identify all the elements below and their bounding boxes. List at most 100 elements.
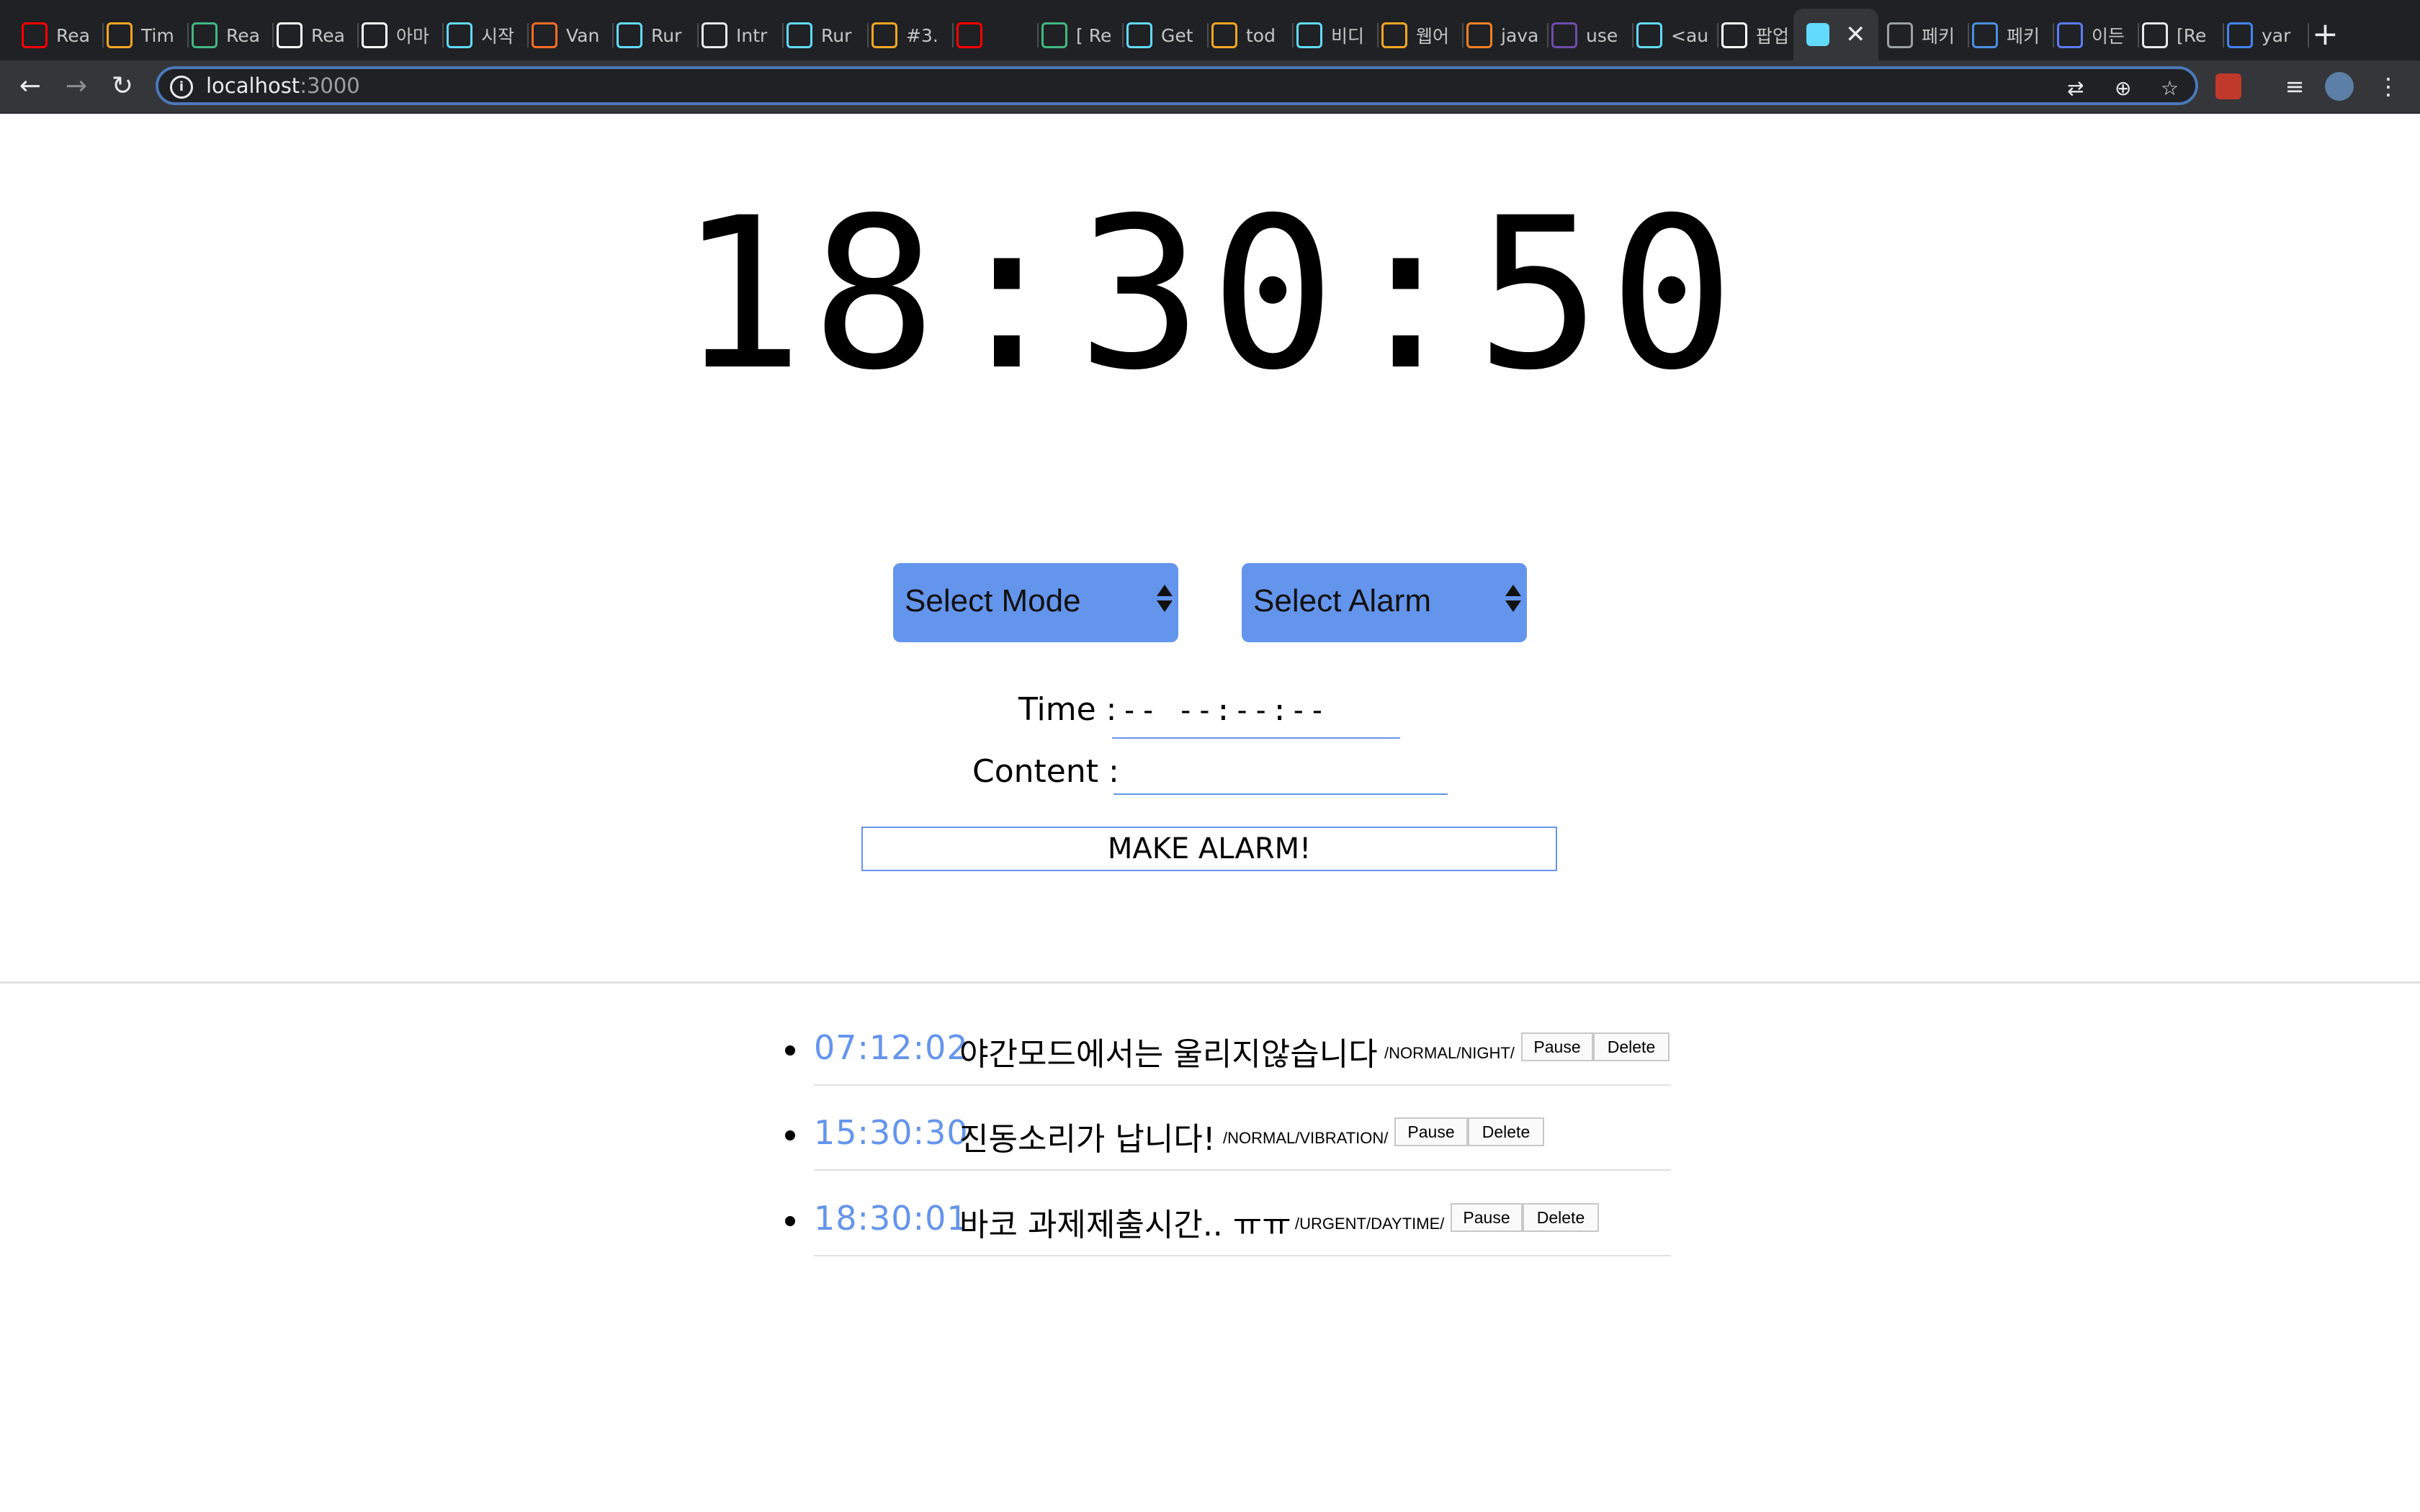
browser-tab[interactable]: Intr (702, 16, 776, 55)
reload-button[interactable]: ↻ (107, 71, 138, 102)
vue-icon (1041, 22, 1067, 48)
tab-title: Rea (56, 24, 90, 46)
select-arrows-icon (1505, 585, 1521, 612)
tab-active[interactable]: ✕ (1793, 9, 1878, 60)
tab-separator (1717, 23, 1718, 48)
gitbook-icon (1296, 22, 1322, 48)
browser-tab[interactable]: tod (1211, 16, 1286, 55)
browser-tab[interactable]: #3. (871, 16, 946, 55)
tab-title: Intr (736, 24, 768, 46)
tab-title: Rur (821, 24, 852, 46)
tab-title: 웹어 (1416, 26, 1450, 47)
tab-title: 비디 (1331, 26, 1365, 47)
profile-avatar[interactable] (2325, 72, 2354, 101)
delete-button[interactable]: Delete (1593, 1032, 1670, 1061)
book-icon (702, 22, 727, 48)
browser-tab[interactable]: Rea (277, 16, 351, 55)
alarm-time: 18:30:01 (814, 1199, 969, 1238)
bit-icon (1551, 22, 1577, 48)
tab-title: Tim (141, 24, 174, 46)
browser-tab[interactable]: Get (1126, 16, 1201, 55)
tab-separator (2223, 23, 2224, 48)
browser-tab[interactable] (956, 16, 1031, 55)
browser-tab[interactable]: java (1466, 16, 1541, 55)
content-input[interactable] (1113, 765, 1448, 795)
alarm-divider (814, 1255, 1671, 1256)
new-tab-button[interactable]: + (2312, 19, 2339, 50)
zoom-icon[interactable]: ⊕ (2115, 76, 2131, 100)
alarm-select[interactable]: Select Alarm (1242, 563, 1527, 642)
tab-separator (272, 23, 274, 48)
url-text: localhost:3000 (206, 73, 360, 98)
time-input-underline (1112, 737, 1400, 739)
alarm-divider (814, 1169, 1671, 1171)
pause-button[interactable]: Pause (1394, 1117, 1468, 1146)
browser-tab[interactable]: 아마 (362, 16, 436, 55)
browser-tab[interactable]: 페키 (1887, 16, 1962, 55)
alarm-time: 15:30:30 (814, 1113, 969, 1152)
browser-tab[interactable]: Rea (192, 16, 266, 55)
browser-tab[interactable]: <au (1636, 16, 1711, 55)
tab-title: Get (1161, 24, 1193, 46)
pause-button[interactable]: Pause (1521, 1032, 1593, 1061)
tab-title: [ Re (1076, 24, 1112, 46)
browser-tab[interactable]: Tim (107, 16, 182, 55)
pause-button[interactable]: Pause (1451, 1203, 1523, 1232)
medium-icon (362, 22, 387, 48)
stackoverflow-icon (1466, 22, 1492, 48)
select-arrows-icon (1157, 585, 1173, 612)
close-tab-icon[interactable]: ✕ (1845, 20, 1866, 49)
firebase-icon (107, 22, 133, 48)
browser-tab[interactable]: Rea (22, 16, 97, 55)
delete-button[interactable]: Delete (1468, 1117, 1544, 1146)
alarm-select-value: Select Alarm (1253, 583, 1431, 618)
tab-separator (1968, 23, 1969, 48)
gitlab-icon (532, 22, 557, 48)
browser-tab[interactable]: Van (532, 16, 606, 55)
browser-tab[interactable]: 비디 (1296, 16, 1371, 55)
browser-tab[interactable]: 이든 (2057, 16, 2132, 55)
browser-tab[interactable]: use (1551, 16, 1626, 55)
browser-tab[interactable]: 팝업 (1721, 16, 1796, 55)
browser-tab[interactable]: [Re (2142, 16, 2217, 55)
vue-icon (192, 22, 218, 48)
extension-icon[interactable] (2215, 73, 2241, 99)
browser-tab[interactable]: Rur (617, 16, 691, 55)
time-input[interactable]: -- --:--:-- (1121, 694, 1327, 727)
bookmark-star-icon[interactable]: ☆ (2161, 76, 2179, 100)
tab-separator (1122, 23, 1124, 48)
tab-title: Rea (226, 24, 260, 46)
bullet (785, 1216, 795, 1226)
make-alarm-button[interactable]: MAKE ALARM! (861, 827, 1557, 871)
tab-separator (1632, 23, 1634, 48)
alarm-item: 07:12:02 야간모드에서는 울리지않습니다/NORMAL/NIGHT/Pau… (785, 1021, 1671, 1093)
tab-title: 페키 (2007, 26, 2040, 47)
site-info-icon[interactable]: i (170, 76, 193, 99)
tab-separator (527, 23, 529, 48)
forward-button[interactable]: → (60, 71, 92, 102)
tab-separator (1207, 23, 1209, 48)
address-bar[interactable]: i localhost:3000 ⇄ ⊕ ☆ (156, 66, 2198, 105)
bird-icon (1972, 22, 1998, 48)
tab-title: 시작 (481, 26, 515, 47)
browser-tab[interactable]: 페키 (1972, 16, 2047, 55)
tab-separator (697, 23, 699, 48)
firebase-icon (1211, 22, 1237, 48)
browser-tab[interactable]: Rur (786, 16, 861, 55)
translate-icon[interactable]: ⇄ (2067, 76, 2084, 100)
browser-tab[interactable]: 시작 (447, 16, 521, 55)
browser-tab[interactable]: yar (2227, 16, 2302, 55)
mode-select[interactable]: Select Mode (893, 563, 1178, 642)
back-button[interactable]: ← (14, 71, 46, 102)
tab-separator (2138, 23, 2139, 48)
media-control-icon[interactable]: ≡ (2279, 71, 2311, 102)
browser-tab[interactable]: [ Re (1041, 16, 1116, 55)
youtube-play-icon (22, 22, 48, 48)
digital-clock: 18:30:50 (678, 174, 1742, 416)
menu-kebab-icon[interactable]: ⋮ (2372, 71, 2404, 102)
delete-button[interactable]: Delete (1523, 1203, 1599, 1232)
tab-separator (2308, 23, 2309, 48)
tab-separator (102, 23, 104, 48)
browser-tab[interactable]: 웹어 (1381, 16, 1456, 55)
alarm-meta: /NORMAL/NIGHT/ (1384, 1044, 1515, 1062)
